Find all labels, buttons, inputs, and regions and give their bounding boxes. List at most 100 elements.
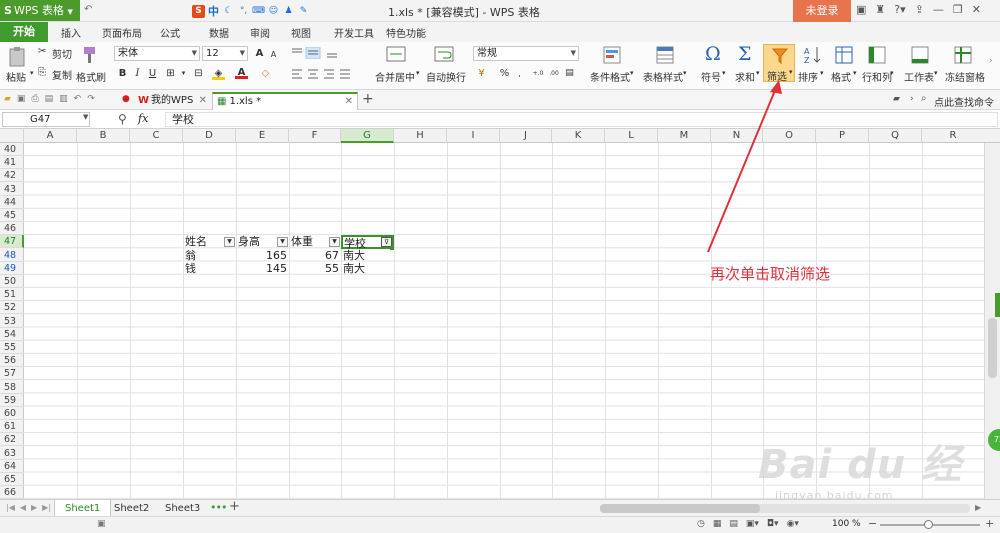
punct-icon[interactable]: °, xyxy=(237,5,250,18)
row-header[interactable]: 44 xyxy=(0,196,24,209)
increase-decimal-icon[interactable]: +.0 xyxy=(530,67,546,80)
tab-special[interactable]: 特色功能 xyxy=(386,25,426,40)
col-header[interactable]: B xyxy=(77,129,130,143)
conditional-format-button[interactable]: 条件格式 xyxy=(590,69,630,84)
print-preview-icon[interactable]: ▤ xyxy=(45,94,54,104)
cell-weight[interactable]: 67 xyxy=(290,249,339,262)
tab-view[interactable]: 视图 xyxy=(291,25,311,40)
ime-mode-label[interactable]: 中 xyxy=(207,5,220,18)
add-sheet-icon[interactable]: + xyxy=(229,499,240,514)
cut-button[interactable]: 剪切 xyxy=(52,46,72,61)
col-header[interactable]: D xyxy=(183,129,236,143)
col-header-selected[interactable]: G xyxy=(341,129,394,143)
wrench-icon[interactable]: ✎ xyxy=(297,5,310,18)
cell-height[interactable]: 165 xyxy=(238,249,287,262)
col-header[interactable]: C xyxy=(130,129,183,143)
close-icon[interactable]: ✕ xyxy=(199,92,207,109)
tab-insert[interactable]: 插入 xyxy=(61,25,81,40)
col-header[interactable]: I xyxy=(447,129,500,143)
filter-dropdown-icon[interactable]: ▼ xyxy=(224,237,235,247)
new-tab-icon[interactable]: + xyxy=(362,91,374,107)
clock-icon[interactable]: ◷ xyxy=(697,519,705,529)
currency-icon[interactable]: ¥ xyxy=(475,67,488,80)
cut-icon[interactable]: ✂ xyxy=(38,46,46,57)
redo-icon[interactable]: ↷ xyxy=(87,94,95,104)
skin-icon[interactable]: ▣ xyxy=(856,3,866,16)
close-icon[interactable]: ✕ xyxy=(972,3,981,16)
col-header[interactable]: L xyxy=(605,129,658,143)
row-header[interactable]: 55 xyxy=(0,341,24,354)
row-header[interactable]: 42 xyxy=(0,169,24,183)
row-header[interactable]: 59 xyxy=(0,394,24,407)
font-color-icon[interactable]: A xyxy=(235,66,248,79)
cell-school[interactable]: 南大 xyxy=(343,262,393,275)
select-all-corner[interactable] xyxy=(0,129,24,143)
cell-weight[interactable]: 55 xyxy=(290,262,339,275)
col-header[interactable]: P xyxy=(816,129,869,143)
fill-color-icon[interactable]: ◈ xyxy=(212,67,225,80)
page-view-icon[interactable]: ▤ xyxy=(729,519,738,529)
open-icon[interactable]: ▰ xyxy=(4,94,11,104)
pdf-icon[interactable]: ▥ xyxy=(59,94,68,104)
app-menu-button[interactable]: S WPS 表格 ▼ xyxy=(0,0,80,21)
login-button[interactable]: 未登录 xyxy=(793,0,851,22)
row-header[interactable]: 50 xyxy=(0,275,24,288)
format-button[interactable]: 格式 xyxy=(831,69,851,84)
row-header[interactable]: 60 xyxy=(0,407,24,420)
eye-icon[interactable]: ◉▾ xyxy=(787,519,799,529)
number-format-select[interactable]: 常规 ▼ xyxy=(473,46,579,61)
percent-button[interactable]: % xyxy=(498,67,511,80)
shirt-icon[interactable]: ♟ xyxy=(282,5,295,18)
zoom-level[interactable]: 100 % xyxy=(832,519,861,529)
borders-icon[interactable]: ⊞ xyxy=(164,67,177,80)
more-sheets-icon[interactable]: ••• xyxy=(210,501,227,514)
conditional-format-icon[interactable] xyxy=(602,45,622,65)
sigma-icon[interactable]: Σ xyxy=(738,43,751,65)
filter-button[interactable]: 筛选 ▾ xyxy=(763,44,795,83)
tab-formulas[interactable]: 公式 xyxy=(160,25,180,40)
merge-icon[interactable]: ⊟ xyxy=(192,67,205,80)
row-header[interactable]: 46 xyxy=(0,222,24,236)
row-header[interactable]: 64 xyxy=(0,460,24,473)
row-header[interactable]: 66 xyxy=(0,486,24,500)
row-header[interactable]: 40 xyxy=(0,143,24,156)
tab-review[interactable]: 审阅 xyxy=(250,25,270,40)
restore-icon[interactable]: ❐ xyxy=(953,3,963,16)
clear-format-icon[interactable]: ◇ xyxy=(259,67,272,80)
zoom-slider[interactable] xyxy=(880,520,980,529)
fx-label[interactable]: fx xyxy=(138,112,148,125)
row-header[interactable]: 52 xyxy=(0,301,24,315)
zoom-in-icon[interactable]: + xyxy=(985,517,994,530)
reading-mode-icon[interactable]: ◘▾ xyxy=(767,519,779,529)
grow-font-icon[interactable]: A xyxy=(253,47,266,60)
sort-button[interactable]: 排序 xyxy=(798,69,818,84)
scrollbar-thumb[interactable] xyxy=(988,318,997,378)
worksheet-icon[interactable] xyxy=(910,45,930,65)
tab-developer[interactable]: 开发工具 xyxy=(334,25,374,40)
table-style-icon[interactable] xyxy=(655,45,675,65)
upload-icon[interactable]: ⇪ xyxy=(915,3,924,16)
row-header[interactable]: 58 xyxy=(0,381,24,394)
tab-my-wps[interactable]: W 我的WPS ✕ xyxy=(138,92,210,109)
paste-label[interactable]: 粘贴 xyxy=(6,69,26,84)
col-header[interactable]: Q xyxy=(869,129,922,143)
tab-page-layout[interactable]: 页面布局 xyxy=(102,25,142,40)
shrink-font-icon[interactable]: A xyxy=(267,48,280,61)
row-header[interactable]: 54 xyxy=(0,328,24,341)
row-header[interactable]: 49 xyxy=(0,262,24,275)
number-format-icon[interactable]: ▤ xyxy=(563,67,576,80)
scroll-right-icon[interactable]: ▶ xyxy=(975,503,981,512)
col-header[interactable]: H xyxy=(394,129,447,143)
cell-school[interactable]: 南大 xyxy=(343,249,393,262)
horizontal-align-icons[interactable] xyxy=(291,68,367,80)
minimize-icon[interactable]: — xyxy=(933,3,944,16)
moon-icon[interactable]: ☾ xyxy=(222,5,235,18)
print-icon[interactable]: ⎙ xyxy=(31,94,38,104)
settings-icon[interactable]: ▰ xyxy=(893,94,900,104)
cell-name[interactable]: 翁 xyxy=(185,249,235,262)
ribbon-scroll-icon[interactable]: › xyxy=(989,56,993,66)
tab-1xls[interactable]: ▦ 1.xls * ✕ xyxy=(212,92,358,110)
name-box[interactable]: G47 xyxy=(2,112,90,127)
bold-button[interactable]: B xyxy=(116,67,129,80)
col-header[interactable]: E xyxy=(236,129,289,143)
